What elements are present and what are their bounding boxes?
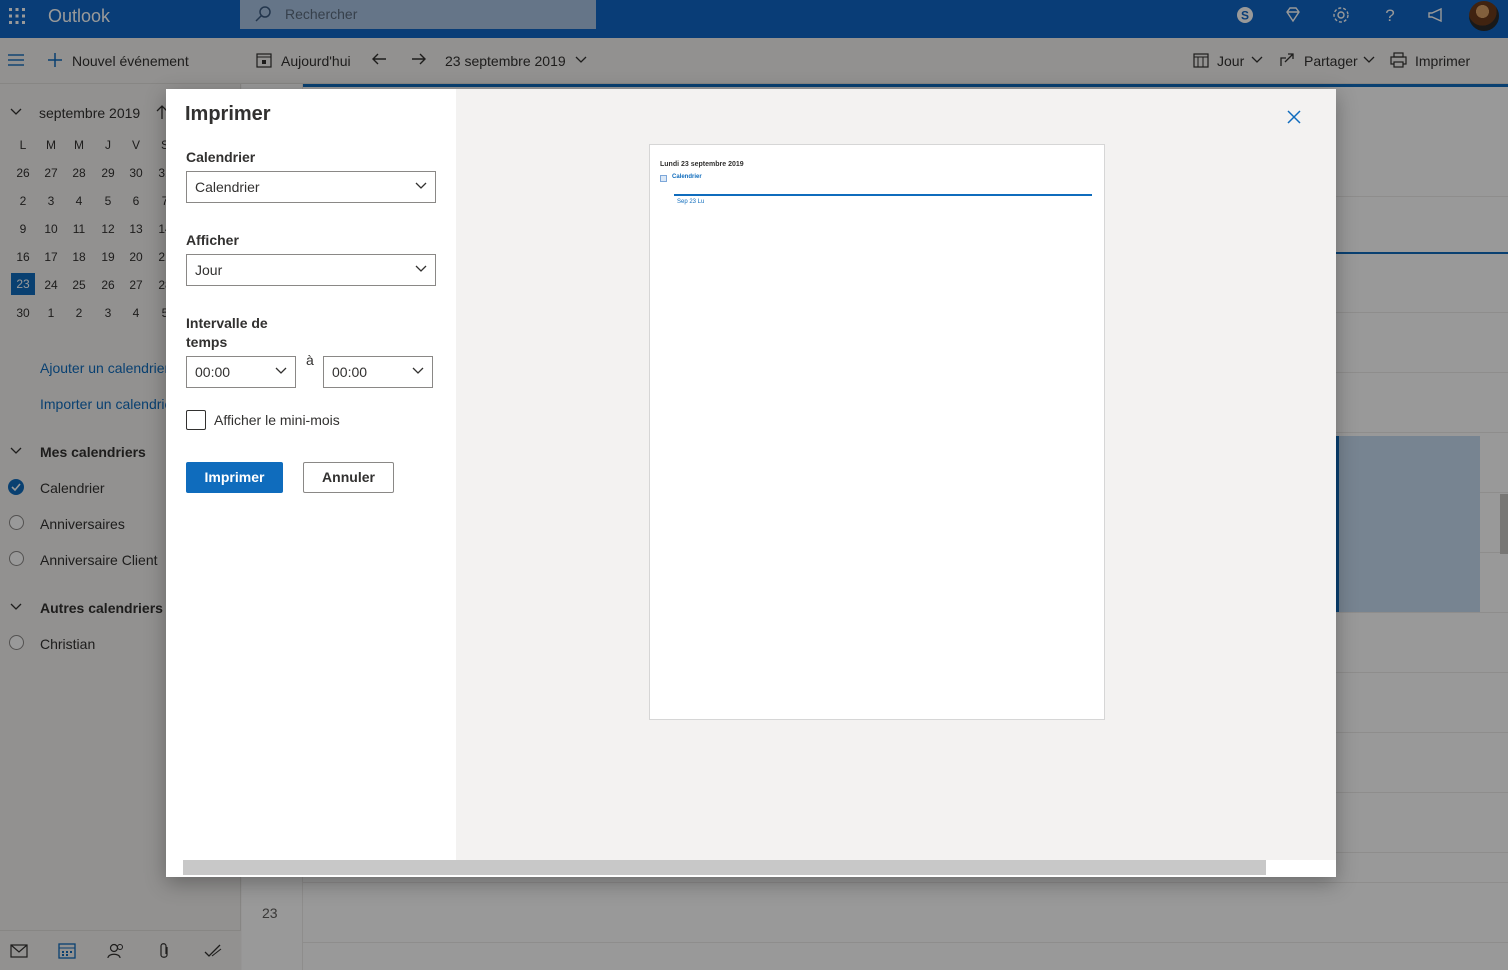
- cancel-button[interactable]: Annuler: [303, 462, 394, 493]
- calendar-dropdown[interactable]: Calendrier: [186, 171, 436, 203]
- preview-calendar-name: Calendrier: [672, 174, 702, 180]
- print-options-panel: Imprimer Calendrier Calendrier Afficher …: [166, 89, 456, 877]
- time-from-value: 00:00: [195, 364, 231, 380]
- preview-day-label: Sep 23 Lu: [677, 199, 705, 205]
- time-to-separator: à: [306, 352, 314, 368]
- print-preview-page: Lundi 23 septembre 2019 Calendrier Sep 2…: [649, 144, 1105, 720]
- time-to-dropdown[interactable]: 00:00: [323, 356, 433, 388]
- chevron-down-icon: [275, 367, 287, 374]
- chevron-down-icon: [415, 182, 427, 189]
- preview-date-heading: Lundi 23 septembre 2019: [660, 161, 744, 168]
- mini-month-checkbox[interactable]: [186, 410, 206, 430]
- view-dropdown[interactable]: Jour: [186, 254, 436, 286]
- print-button[interactable]: Imprimer: [186, 462, 283, 493]
- close-icon[interactable]: [1285, 108, 1305, 128]
- horizontal-scrollbar-thumb[interactable]: [183, 860, 1266, 875]
- dialog-title: Imprimer: [185, 103, 271, 125]
- preview-header-line: [674, 194, 1092, 196]
- chevron-down-icon: [415, 265, 427, 272]
- time-to-value: 00:00: [332, 364, 368, 380]
- time-range-label-line1: Intervalle de: [186, 315, 268, 331]
- print-dialog: Imprimer Calendrier Calendrier Afficher …: [166, 89, 1336, 877]
- time-range-label-line2: temps: [186, 334, 228, 350]
- calendar-dropdown-value: Calendrier: [195, 179, 260, 195]
- calendar-field-label: Calendrier: [186, 149, 256, 165]
- view-field-label: Afficher: [186, 232, 239, 248]
- mini-month-label[interactable]: Afficher le mini-mois: [214, 412, 340, 428]
- chevron-down-icon: [412, 367, 424, 374]
- time-from-dropdown[interactable]: 00:00: [186, 356, 296, 388]
- view-dropdown-value: Jour: [195, 262, 223, 278]
- preview-calendar-swatch: [660, 175, 667, 182]
